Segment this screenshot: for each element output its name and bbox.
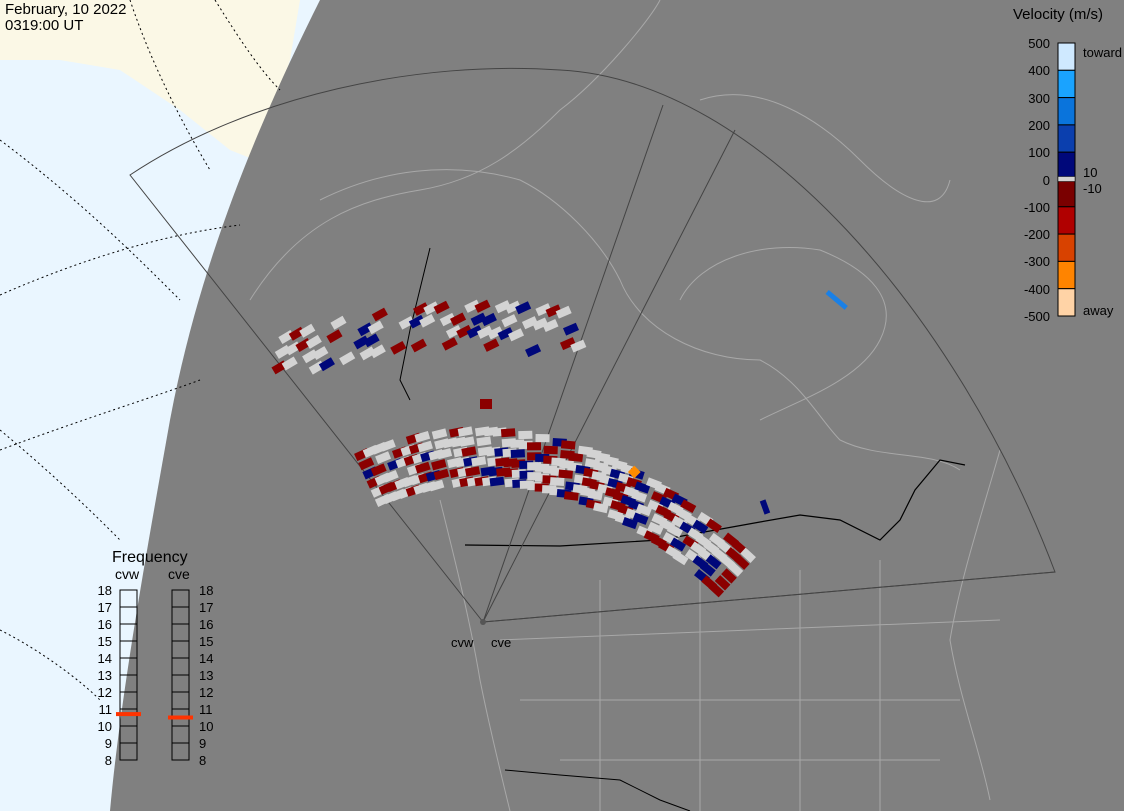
freq-radar-cve: cve <box>168 566 190 582</box>
freq-tick-right: 9 <box>199 736 207 751</box>
freq-tick-left: 14 <box>97 651 112 666</box>
scatter-cell <box>543 445 558 455</box>
colorbar-bin <box>1057 69 1076 99</box>
freq-tick-left: 11 <box>98 702 113 717</box>
frequency-scale-box <box>119 589 138 608</box>
colorbar-tick-label: -200 <box>1023 227 1050 243</box>
colorbar-zero-band <box>1057 176 1076 182</box>
scatter-cell <box>489 476 505 487</box>
frequency-marker <box>168 715 193 720</box>
freq-tick-right: 17 <box>199 600 214 615</box>
freq-tick-left: 8 <box>104 753 112 768</box>
neg-threshold-label: -10 <box>1083 181 1102 196</box>
colorbar-tick-label: 200 <box>1028 117 1050 133</box>
radar-map <box>0 0 1124 811</box>
colorbar-bin <box>1057 97 1076 126</box>
frequency-marker <box>116 712 141 717</box>
colorbar-bin <box>1057 206 1076 235</box>
colorbar-bin <box>1057 233 1076 262</box>
scatter-cell <box>535 434 550 443</box>
freq-tick-left: 13 <box>97 668 112 683</box>
frequency-scale-box <box>119 606 138 625</box>
freq-tick-right: 13 <box>199 668 214 683</box>
scatter-cell <box>510 449 526 459</box>
freq-tick-right: 16 <box>199 617 214 632</box>
freq-tick-left: 15 <box>97 634 112 649</box>
freq-tick-left: 12 <box>97 685 112 700</box>
scatter-cell <box>563 491 579 501</box>
freq-tick-left: 10 <box>97 719 112 734</box>
colorbar-tick-label: 300 <box>1028 90 1050 106</box>
radar-label-cve: cve <box>491 635 512 650</box>
freq-tick-left: 16 <box>97 617 112 632</box>
freq-tick-left: 9 <box>104 736 112 751</box>
date-label: February, 10 2022 <box>5 1 127 18</box>
colorbar-tick-label: 0 <box>1042 172 1050 188</box>
scatter-cell <box>558 469 574 479</box>
toward-label: toward <box>1083 45 1123 60</box>
scatter-cell <box>560 440 576 450</box>
freq-tick-left: 17 <box>97 600 112 615</box>
colorbar-tick-label: -100 <box>1023 199 1050 215</box>
velocity-colorbar <box>1057 42 1076 317</box>
colorbar-tick-label: -500 <box>1023 309 1050 324</box>
freq-tick-right: 11 <box>199 702 213 717</box>
time-label: 0319:00 UT <box>5 17 84 34</box>
radar-site-marker <box>480 619 486 625</box>
colorbar-title: Velocity (m/s) <box>1013 6 1104 23</box>
away-label: away <box>1083 303 1114 318</box>
scatter-cell <box>518 430 533 440</box>
pos-threshold-label: 10 <box>1083 165 1098 180</box>
scatter-cell <box>549 477 565 487</box>
scatter-cell <box>480 399 492 409</box>
freq-tick-right: 18 <box>199 583 214 598</box>
freq-tick-right: 14 <box>199 651 214 666</box>
freq-tick-left: 18 <box>97 583 112 598</box>
colorbar-tick-label: 100 <box>1028 145 1050 161</box>
scatter-cell <box>526 442 542 451</box>
colorbar-bin <box>1057 151 1076 180</box>
freq-tick-right: 15 <box>199 634 214 649</box>
colorbar-bin <box>1057 288 1076 317</box>
freq-tick-right: 12 <box>199 685 214 700</box>
radar-label-cvw: cvw <box>451 635 474 650</box>
colorbar-bin <box>1057 260 1076 290</box>
colorbar-tick-label: -300 <box>1023 254 1050 270</box>
colorbar-tick-label: 400 <box>1028 63 1050 79</box>
colorbar-tick-label: -400 <box>1023 281 1050 297</box>
colorbar-bin <box>1057 179 1076 208</box>
frequency-title: Frequency <box>112 549 188 566</box>
colorbar-tick-label: 500 <box>1028 36 1050 51</box>
colorbar-bin <box>1057 42 1076 71</box>
freq-radar-cvw: cvw <box>115 566 140 582</box>
freq-tick-right: 8 <box>199 753 207 768</box>
colorbar-bin <box>1057 124 1076 153</box>
scatter-cell <box>500 428 516 438</box>
freq-tick-right: 10 <box>199 719 214 734</box>
